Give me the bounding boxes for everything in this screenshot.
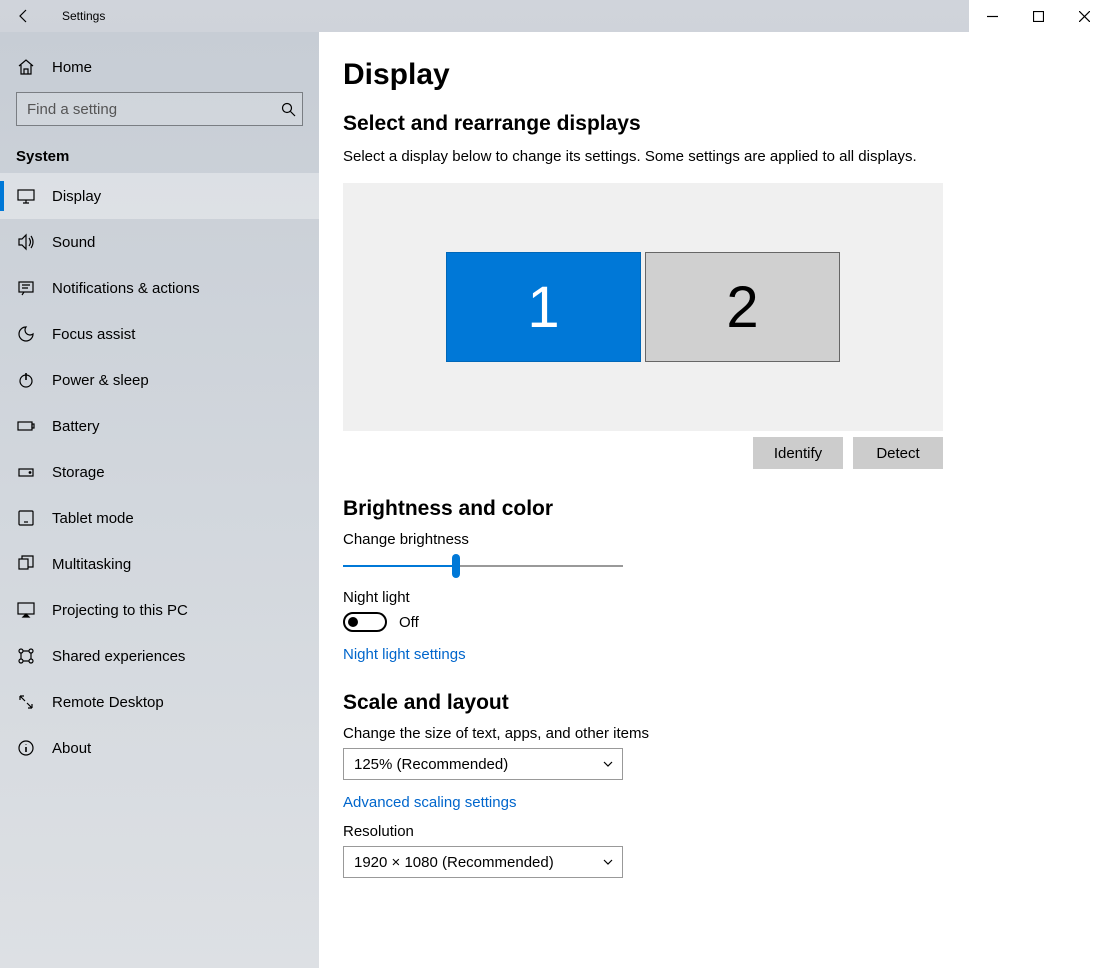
- power-icon: [16, 370, 36, 390]
- rearrange-heading: Select and rearrange displays: [343, 112, 1083, 136]
- sidebar-item-projecting[interactable]: Projecting to this PC: [0, 587, 319, 633]
- section-title: System: [0, 136, 319, 173]
- sidebar-item-multitasking[interactable]: Multitasking: [0, 541, 319, 587]
- tablet-icon: [16, 508, 36, 528]
- sidebar-item-tablet[interactable]: Tablet mode: [0, 495, 319, 541]
- battery-icon: [16, 416, 36, 436]
- display-2[interactable]: 2: [645, 252, 840, 362]
- resolution-value: 1920 × 1080 (Recommended): [354, 854, 554, 871]
- minimize-button[interactable]: [969, 0, 1015, 32]
- titlebar: Settings: [0, 0, 1107, 32]
- brightness-slider[interactable]: [343, 565, 623, 567]
- scale-heading: Scale and layout: [343, 691, 1083, 715]
- home-nav[interactable]: Home: [0, 48, 319, 86]
- sidebar-item-label: Remote Desktop: [52, 694, 164, 711]
- sidebar-item-sound[interactable]: Sound: [0, 219, 319, 265]
- sidebar-item-label: Storage: [52, 464, 105, 481]
- multitask-icon: [16, 554, 36, 574]
- sidebar-item-label: Tablet mode: [52, 510, 134, 527]
- resolution-select[interactable]: 1920 × 1080 (Recommended): [343, 846, 623, 878]
- display-1[interactable]: 1: [446, 252, 641, 362]
- sound-icon: [16, 232, 36, 252]
- sidebar-item-power[interactable]: Power & sleep: [0, 357, 319, 403]
- chevron-down-icon: [602, 758, 614, 770]
- maximize-button[interactable]: [1015, 0, 1061, 32]
- sidebar-item-battery[interactable]: Battery: [0, 403, 319, 449]
- content: Display Select and rearrange displays Se…: [319, 32, 1107, 968]
- sidebar-item-label: Focus assist: [52, 326, 135, 343]
- storage-icon: [16, 462, 36, 482]
- night-light-settings-link[interactable]: Night light settings: [343, 646, 1083, 663]
- shared-icon: [16, 646, 36, 666]
- identify-button[interactable]: Identify: [753, 437, 843, 469]
- sidebar-item-label: Multitasking: [52, 556, 131, 573]
- night-light-label: Night light: [343, 589, 1083, 606]
- projecting-icon: [16, 600, 36, 620]
- scale-value: 125% (Recommended): [354, 756, 508, 773]
- night-light-toggle[interactable]: [343, 612, 387, 632]
- search-box[interactable]: [16, 92, 303, 126]
- detect-button[interactable]: Detect: [853, 437, 943, 469]
- sidebar-item-label: Battery: [52, 418, 100, 435]
- remote-icon: [16, 692, 36, 712]
- scale-select[interactable]: 125% (Recommended): [343, 748, 623, 780]
- advanced-scaling-link[interactable]: Advanced scaling settings: [343, 794, 1083, 811]
- rearrange-desc: Select a display below to change its set…: [343, 148, 1083, 165]
- sidebar-item-label: Power & sleep: [52, 372, 149, 389]
- home-icon: [16, 58, 36, 76]
- sidebar-item-storage[interactable]: Storage: [0, 449, 319, 495]
- close-button[interactable]: [1061, 0, 1107, 32]
- sidebar-item-label: Shared experiences: [52, 648, 185, 665]
- sidebar-item-notifications[interactable]: Notifications & actions: [0, 265, 319, 311]
- notifications-icon: [16, 278, 36, 298]
- night-light-state: Off: [399, 614, 419, 631]
- home-label: Home: [52, 59, 92, 76]
- resolution-label: Resolution: [343, 823, 1083, 840]
- scale-label: Change the size of text, apps, and other…: [343, 725, 1083, 742]
- sidebar-item-remote[interactable]: Remote Desktop: [0, 679, 319, 725]
- sidebar: Home System Display Sound Notifications …: [0, 32, 319, 968]
- page-title: Display: [343, 58, 1083, 92]
- display-arrange-area[interactable]: 1 2: [343, 183, 943, 431]
- sidebar-item-shared[interactable]: Shared experiences: [0, 633, 319, 679]
- focus-icon: [16, 324, 36, 344]
- search-input[interactable]: [17, 101, 274, 118]
- sidebar-item-label: Notifications & actions: [52, 280, 200, 297]
- window-title: Settings: [48, 9, 969, 23]
- sidebar-item-about[interactable]: About: [0, 725, 319, 771]
- back-button[interactable]: [0, 0, 48, 32]
- sidebar-item-label: Display: [52, 188, 101, 205]
- sidebar-item-label: Projecting to this PC: [52, 602, 188, 619]
- search-icon: [274, 102, 302, 117]
- brightness-heading: Brightness and color: [343, 497, 1083, 521]
- sidebar-item-label: Sound: [52, 234, 95, 251]
- about-icon: [16, 738, 36, 758]
- chevron-down-icon: [602, 856, 614, 868]
- brightness-label: Change brightness: [343, 531, 1083, 548]
- sidebar-item-focus[interactable]: Focus assist: [0, 311, 319, 357]
- sidebar-item-label: About: [52, 740, 91, 757]
- monitor-icon: [16, 186, 36, 206]
- sidebar-item-display[interactable]: Display: [0, 173, 319, 219]
